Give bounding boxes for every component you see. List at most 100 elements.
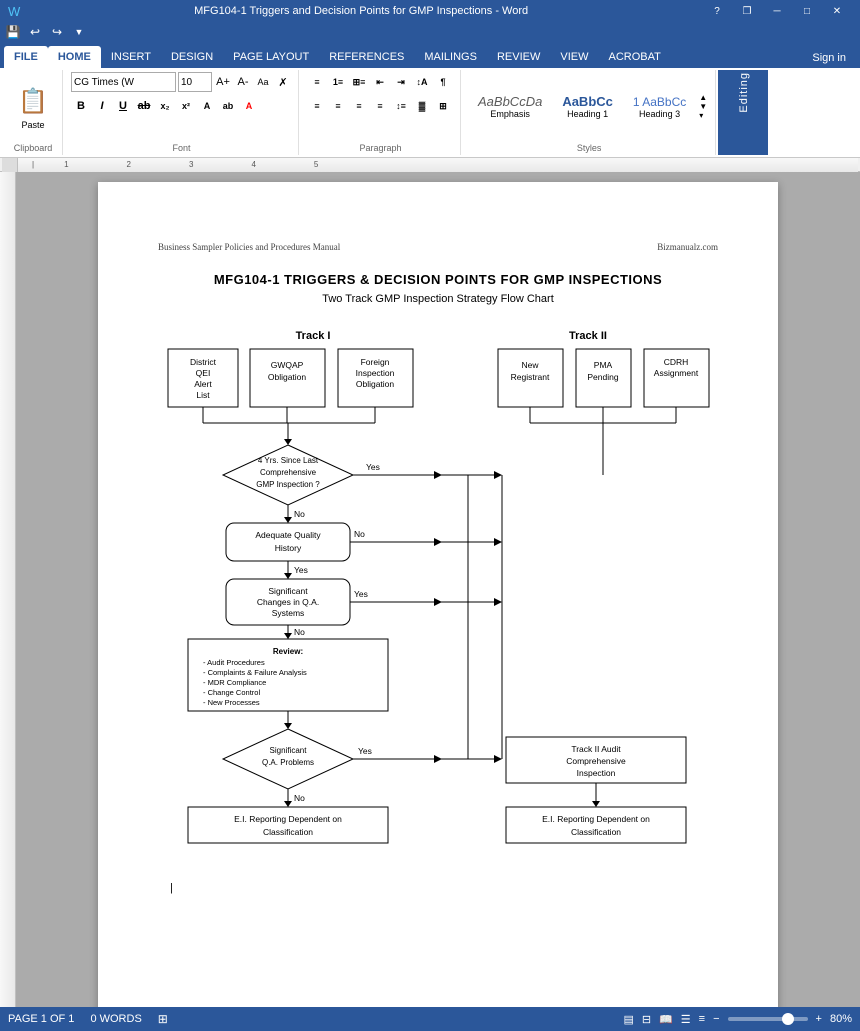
view-draft-icon[interactable]: ≡ [699, 1013, 705, 1025]
svg-text:Significant: Significant [270, 746, 308, 755]
restore-button[interactable]: ❐ [732, 0, 762, 22]
svg-text:- New Processes: - New Processes [203, 698, 260, 707]
multilevel-button[interactable]: ⊞≡ [349, 72, 369, 92]
decrease-font-button[interactable]: A- [234, 73, 252, 91]
tab-file[interactable]: FILE [4, 46, 48, 68]
increase-font-button[interactable]: A+ [214, 73, 232, 91]
font-group: A+ A- Aa ✗ B I U ab x₂ x² A ab A Font [65, 70, 299, 155]
svg-text:QEI: QEI [196, 368, 211, 378]
tab-home[interactable]: HOME [48, 46, 101, 68]
svg-text:Yes: Yes [354, 589, 368, 599]
font-content: A+ A- Aa ✗ B I U ab x₂ x² A ab A [71, 72, 292, 141]
styles-label: Styles [577, 141, 602, 153]
svg-text:Inspection: Inspection [577, 768, 616, 778]
status-left: PAGE 1 OF 1 0 WORDS ⊞ [8, 1012, 168, 1026]
bullets-button[interactable]: ≡ [307, 72, 327, 92]
align-right-button[interactable]: ≡ [349, 96, 369, 116]
status-bar: PAGE 1 OF 1 0 WORDS ⊞ ▤ ⊟ 📖 ☰ ≡ − + 80% [0, 1007, 860, 1031]
tab-insert[interactable]: INSERT [101, 46, 161, 68]
minimize-button[interactable]: ─ [762, 0, 792, 22]
view-web-icon[interactable]: ⊟ [642, 1013, 651, 1026]
svg-text:E.I. Reporting Dependent on: E.I. Reporting Dependent on [234, 814, 342, 824]
sign-in-button[interactable]: Sign in [802, 48, 856, 68]
svg-text:- Change Control: - Change Control [203, 688, 260, 697]
clipboard-label: Clipboard [14, 141, 53, 153]
strikethrough-button[interactable]: ab [134, 96, 154, 116]
clear-format-button[interactable]: ✗ [274, 73, 292, 91]
align-center-button[interactable]: ≡ [328, 96, 348, 116]
svg-text:No: No [354, 529, 365, 539]
editing-group: Editing [718, 70, 768, 155]
text-effects-button[interactable]: A [197, 96, 217, 116]
style-heading1[interactable]: AaBbCc Heading 1 [553, 89, 622, 124]
styles-row: AaBbCcDa Emphasis AaBbCc Heading 1 1 AaB… [469, 77, 709, 137]
maximize-button[interactable]: □ [792, 0, 822, 22]
underline-button[interactable]: U [113, 96, 133, 116]
bold-button[interactable]: B [71, 96, 91, 116]
style-emphasis[interactable]: AaBbCcDa Emphasis [469, 89, 551, 124]
tab-page-layout[interactable]: PAGE LAYOUT [223, 46, 319, 68]
svg-text:Obligation: Obligation [268, 372, 307, 382]
view-read-icon[interactable]: 📖 [659, 1013, 673, 1026]
paragraph-content: ≡ 1≡ ⊞≡ ⇤ ⇥ ↕A ¶ ≡ ≡ ≡ ≡ ↕≡ ▓ ⊞ [307, 72, 454, 141]
tab-review[interactable]: REVIEW [487, 46, 550, 68]
page-header: Business Sampler Policies and Procedures… [158, 242, 718, 252]
title-left: W [8, 4, 20, 19]
tab-view[interactable]: VIEW [550, 46, 598, 68]
borders-button[interactable]: ⊞ [433, 96, 453, 116]
line-spacing-button[interactable]: ↕≡ [391, 96, 411, 116]
sort-button[interactable]: ↕A [412, 72, 432, 92]
zoom-out-button[interactable]: − [713, 1013, 719, 1025]
change-case-button[interactable]: Aa [254, 73, 272, 91]
show-hide-button[interactable]: ¶ [433, 72, 453, 92]
tab-design[interactable]: DESIGN [161, 46, 223, 68]
subscript-button[interactable]: x₂ [155, 96, 175, 116]
scroll-area[interactable]: Business Sampler Policies and Procedures… [16, 172, 860, 1007]
zoom-slider[interactable] [728, 1017, 808, 1021]
style-heading3[interactable]: 1 AaBbCc Heading 3 [624, 90, 695, 124]
tab-references[interactable]: REFERENCES [319, 46, 414, 68]
zoom-thumb [782, 1013, 794, 1025]
document-subtitle: Two Track GMP Inspection Strategy Flow C… [158, 293, 718, 305]
undo-quick-button[interactable]: ↩ [26, 23, 44, 41]
italic-button[interactable]: I [92, 96, 112, 116]
styles-scroll[interactable]: ▲ ▼ ▾ [697, 93, 709, 120]
clipboard-content: 📋 Paste [10, 72, 56, 141]
font-name-input[interactable] [71, 72, 176, 92]
svg-text:Systems: Systems [272, 608, 305, 618]
layout-icon[interactable]: ⊞ [158, 1012, 168, 1026]
view-print-icon[interactable]: ▤ [623, 1013, 633, 1026]
paste-button[interactable]: 📋 Paste [10, 81, 56, 133]
font-format-row: B I U ab x₂ x² A ab A [71, 96, 259, 116]
save-quick-button[interactable]: 💾 [4, 23, 22, 41]
shading-button[interactable]: ▓ [412, 96, 432, 116]
highlight-button[interactable]: ab [218, 96, 238, 116]
tab-acrobat[interactable]: ACROBAT [598, 46, 670, 68]
decrease-indent-button[interactable]: ⇤ [370, 72, 390, 92]
customize-quick-button[interactable]: ▼ [70, 23, 88, 41]
help-button[interactable]: ? [702, 0, 732, 22]
superscript-button[interactable]: x² [176, 96, 196, 116]
ribbon: 📋 Paste Clipboard A+ A- Aa ✗ B I U ab x₂ [0, 68, 860, 158]
font-color-button[interactable]: A [239, 96, 259, 116]
close-button[interactable]: ✕ [822, 0, 852, 22]
redo-quick-button[interactable]: ↪ [48, 23, 66, 41]
svg-text:No: No [294, 793, 305, 803]
numbering-button[interactable]: 1≡ [328, 72, 348, 92]
svg-text:Assignment: Assignment [654, 368, 699, 378]
view-outline-icon[interactable]: ☰ [681, 1013, 691, 1026]
document-page: Business Sampler Policies and Procedures… [98, 182, 778, 1007]
horizontal-ruler: | 1 2 3 4 5 [18, 158, 858, 172]
svg-text:District: District [190, 357, 217, 367]
zoom-in-button[interactable]: + [816, 1013, 822, 1025]
svg-text:Registrant: Registrant [511, 372, 550, 382]
document-title: MFG104-1 TRIGGERS & DECISION POINTS FOR … [158, 272, 718, 287]
justify-button[interactable]: ≡ [370, 96, 390, 116]
window-controls[interactable]: ? ❐ ─ □ ✕ [702, 0, 852, 22]
track2-label: Track II [569, 330, 607, 342]
tab-mailings[interactable]: MAILINGS [414, 46, 487, 68]
word-count: 0 WORDS [90, 1013, 141, 1025]
align-left-button[interactable]: ≡ [307, 96, 327, 116]
font-size-input[interactable] [178, 72, 212, 92]
increase-indent-button[interactable]: ⇥ [391, 72, 411, 92]
